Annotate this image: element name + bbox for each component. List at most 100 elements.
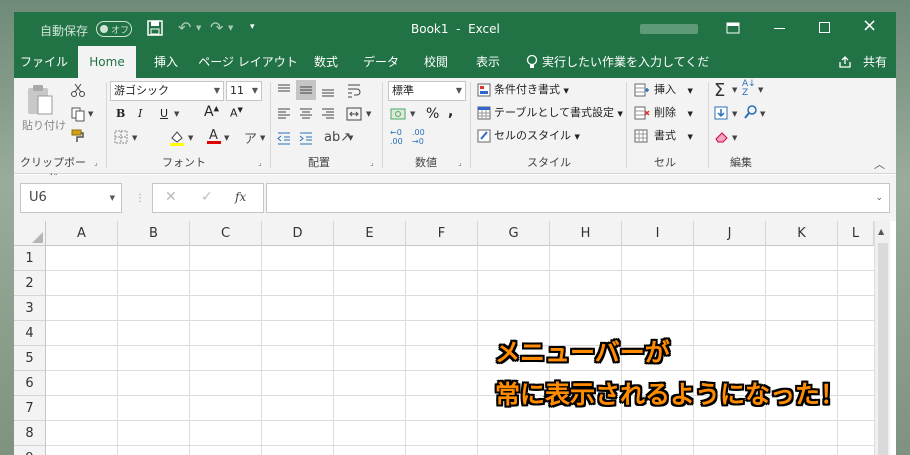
- redo-icon[interactable]: ↷: [210, 18, 223, 37]
- cut-icon[interactable]: [70, 82, 86, 101]
- autosave-toggle[interactable]: オフ: [96, 21, 132, 37]
- font-color-dropdown-icon[interactable]: ▼: [224, 134, 229, 142]
- row-header-5[interactable]: 5: [14, 346, 46, 371]
- select-all-button[interactable]: [14, 221, 46, 246]
- borders-icon[interactable]: [114, 130, 128, 147]
- column-header-b[interactable]: B: [118, 221, 190, 246]
- tab-home[interactable]: Home: [78, 46, 136, 78]
- ribbon-display-options-icon[interactable]: [726, 21, 740, 38]
- column-header-f[interactable]: F: [406, 221, 478, 246]
- insert-cells-button[interactable]: 挿入 ▼: [654, 80, 693, 100]
- fill-dropdown-icon[interactable]: ▼: [732, 110, 737, 118]
- underline-button[interactable]: U: [160, 104, 168, 124]
- italic-button[interactable]: I: [138, 104, 142, 124]
- expand-formula-bar-icon[interactable]: ⌄: [875, 193, 883, 203]
- merge-dropdown-icon[interactable]: ▼: [366, 110, 371, 118]
- tab-view[interactable]: 表示: [468, 46, 508, 78]
- row-header-7[interactable]: 7: [14, 396, 46, 421]
- underline-dropdown-icon[interactable]: ▼: [174, 110, 179, 118]
- redo-dropdown-icon[interactable]: ▼: [228, 24, 233, 32]
- vertical-scrollbar[interactable]: ▲: [874, 221, 890, 455]
- row-header-6[interactable]: 6: [14, 371, 46, 396]
- cell-styles-button[interactable]: セルのスタイル ▼: [494, 126, 580, 146]
- find-select-icon[interactable]: [744, 104, 758, 123]
- column-header-h[interactable]: H: [550, 221, 622, 246]
- cancel-icon[interactable]: ✕: [165, 189, 177, 205]
- clipboard-launcher-icon[interactable]: ⌟: [94, 158, 98, 167]
- find-select-dropdown-icon[interactable]: ▼: [760, 110, 765, 118]
- undo-icon[interactable]: ↶: [178, 18, 191, 37]
- align-center-icon[interactable]: [298, 106, 314, 125]
- number-launcher-icon[interactable]: ⌟: [458, 158, 462, 167]
- tab-review[interactable]: 校閲: [416, 46, 456, 78]
- row-header-3[interactable]: 3: [14, 296, 46, 321]
- wrap-text-icon[interactable]: [346, 82, 362, 101]
- copy-dropdown-icon[interactable]: ▼: [88, 110, 93, 118]
- font-name-combo[interactable]: 游ゴシック ▼: [110, 81, 224, 101]
- fill-color-icon[interactable]: [168, 128, 186, 149]
- sort-filter-icon[interactable]: A↓ Z: [742, 80, 756, 98]
- phonetic-dropdown-icon[interactable]: ▼: [260, 134, 265, 142]
- autosum-icon[interactable]: Σ: [714, 80, 725, 101]
- align-right-icon[interactable]: [320, 106, 336, 125]
- tab-data[interactable]: データ: [358, 46, 404, 78]
- name-box[interactable]: U6 ▼: [20, 183, 122, 213]
- row-header-9[interactable]: 9: [14, 446, 46, 455]
- close-icon[interactable]: ×: [862, 15, 877, 36]
- insert-function-icon[interactable]: fx: [235, 190, 246, 204]
- row-header-2[interactable]: 2: [14, 271, 46, 296]
- column-header-l[interactable]: L: [838, 221, 874, 246]
- row-header-4[interactable]: 4: [14, 321, 46, 346]
- collapse-ribbon-icon[interactable]: ︿: [874, 156, 885, 172]
- scroll-up-icon[interactable]: ▲: [878, 227, 884, 236]
- accounting-dropdown-icon[interactable]: ▼: [410, 110, 415, 118]
- tab-file[interactable]: ファイル: [20, 46, 68, 78]
- fill-color-dropdown-icon[interactable]: ▼: [188, 134, 193, 142]
- increase-indent-icon[interactable]: [298, 130, 314, 149]
- column-header-j[interactable]: J: [694, 221, 766, 246]
- autosum-dropdown-icon[interactable]: ▼: [732, 86, 737, 94]
- minimize-icon[interactable]: [774, 28, 785, 29]
- decrease-decimal-icon[interactable]: .00 →0: [412, 128, 425, 146]
- orientation-dropdown-icon[interactable]: ▼: [348, 134, 353, 142]
- column-header-c[interactable]: C: [190, 221, 262, 246]
- bottom-align-icon[interactable]: [320, 82, 336, 101]
- scrollbar-thumb[interactable]: [878, 243, 888, 455]
- clear-dropdown-icon[interactable]: ▼: [732, 134, 737, 142]
- number-format-combo[interactable]: 標準 ▼: [388, 81, 466, 101]
- top-align-icon[interactable]: [276, 82, 292, 101]
- phonetic-guide-icon[interactable]: ア: [244, 128, 257, 147]
- column-header-e[interactable]: E: [334, 221, 406, 246]
- tab-formulas[interactable]: 数式: [306, 46, 346, 78]
- column-header-k[interactable]: K: [766, 221, 838, 246]
- format-as-table-button[interactable]: テーブルとして書式設定 ▼: [494, 103, 623, 123]
- account-name-blurred[interactable]: [640, 24, 698, 34]
- comma-style-icon[interactable]: ,: [448, 104, 453, 120]
- share-icon[interactable]: [838, 55, 852, 72]
- merge-center-icon[interactable]: [346, 106, 362, 125]
- increase-font-size-icon[interactable]: A▲: [204, 104, 219, 120]
- clear-icon[interactable]: [714, 130, 730, 147]
- tell-me-search[interactable]: 実行したい作業を入力してください: [542, 46, 712, 101]
- font-size-combo[interactable]: 11 ▼: [226, 81, 262, 101]
- tab-insert[interactable]: 挿入: [146, 46, 186, 78]
- copy-icon[interactable]: [70, 106, 86, 125]
- decrease-indent-icon[interactable]: [276, 130, 292, 149]
- column-header-g[interactable]: G: [478, 221, 550, 246]
- font-launcher-icon[interactable]: ⌟: [258, 158, 262, 167]
- bold-button[interactable]: B: [116, 104, 125, 124]
- alignment-launcher-icon[interactable]: ⌟: [370, 158, 374, 167]
- format-painter-icon[interactable]: [70, 128, 86, 147]
- borders-dropdown-icon[interactable]: ▼: [132, 134, 137, 142]
- undo-dropdown-icon[interactable]: ▼: [196, 24, 201, 32]
- percent-style-button[interactable]: %: [426, 104, 439, 124]
- middle-align-button[interactable]: [296, 80, 316, 100]
- enter-icon[interactable]: ✓: [201, 189, 213, 205]
- paste-button[interactable]: 貼り付け: [22, 116, 66, 136]
- tab-page-layout[interactable]: ページ レイアウト: [198, 46, 298, 78]
- fill-icon[interactable]: [714, 106, 728, 123]
- formula-input[interactable]: ⌄: [266, 183, 890, 213]
- increase-decimal-icon[interactable]: ←0.00: [390, 128, 403, 146]
- column-header-i[interactable]: I: [622, 221, 694, 246]
- column-header-a[interactable]: A: [46, 221, 118, 246]
